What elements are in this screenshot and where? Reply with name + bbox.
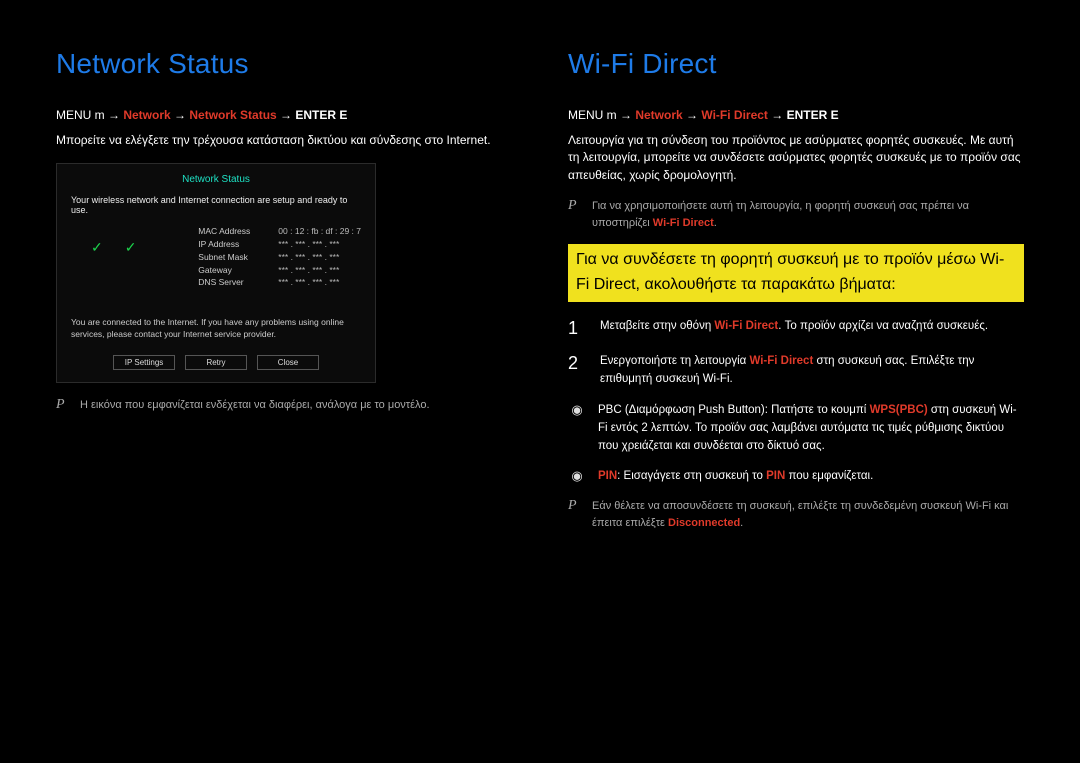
text-part: : Εισαγάγετε στη συσκευή το [617, 470, 766, 482]
path-sep: → [683, 108, 702, 122]
bullet-pin: ◉ PIN: Εισαγάγετε στη συσκευή το PIN που… [568, 468, 1024, 486]
text-highlight: Wi-Fi Direct [714, 320, 778, 332]
right-description: Λειτουργία για τη σύνδεση του προϊόντος … [568, 132, 1024, 184]
box-msg2: You are connected to the Internet. If yo… [71, 317, 361, 341]
menu-path-right: MENU m → Network → Wi-Fi Direct → ENTER … [568, 108, 1024, 122]
menu-path-left: MENU m → Network → Network Status → ENTE… [56, 108, 512, 122]
text-part: Ενεργοποιήστε τη λειτουργία [600, 355, 749, 367]
step-1: 1 Μεταβείτε στην οθόνη Wi-Fi Direct. Το … [568, 318, 1024, 339]
note-text: Εάν θέλετε να αποσυνδέσετε τη συσκευή, ε… [592, 498, 1024, 532]
field-v: 00 : 12 : fb : df : 29 : 7 [278, 225, 361, 238]
bullet-text: PBC (Διαμόρφωση Push Button): Πατήστε το… [598, 402, 1024, 455]
box-buttons: IP Settings Retry Close [71, 355, 361, 370]
note-part: Εάν θέλετε να αποσυνδέσετε τη συσκευή, ε… [592, 500, 1008, 529]
check-icons: ✓ ✓ [71, 225, 142, 256]
path-enter: → ENTER E [768, 108, 839, 122]
note-icon: P [56, 397, 70, 414]
left-note: P Η εικόνα που εμφανίζεται ενδέχεται να … [56, 397, 512, 414]
field-k: Subnet Mask [198, 251, 268, 264]
box-msg: Your wireless network and Internet conne… [71, 195, 361, 215]
field-k: Gateway [198, 264, 268, 277]
subheading-highlight: Για να συνδέσετε τη φορητή συσκευή με το… [568, 244, 1024, 302]
section-title-wifi-direct: Wi-Fi Direct [568, 48, 1024, 80]
field-k: MAC Address [198, 225, 268, 238]
text-part: PBC (Διαμόρφωση Push Button): Πατήστε το… [598, 404, 870, 416]
bullet-icon: ◉ [568, 402, 586, 455]
retry-button[interactable]: Retry [185, 355, 247, 370]
field-k: IP Address [198, 238, 268, 251]
note-part: . [714, 217, 717, 229]
path-network: Network [635, 108, 682, 122]
left-column: Network Status MENU m → Network → Networ… [56, 48, 512, 723]
text-part: που εμφανίζεται. [785, 470, 873, 482]
net-fields: MAC Address 00 : 12 : fb : df : 29 : 7 IP… [198, 225, 361, 289]
bullet-icon: ◉ [568, 468, 586, 486]
note-part: Για να χρησιμοποιήσετε αυτή τη λειτουργί… [592, 200, 969, 229]
path-network: Network [123, 108, 170, 122]
bullet-text: PIN: Εισαγάγετε στη συσκευή το PIN που ε… [598, 468, 1024, 486]
path-item: Wi-Fi Direct [701, 108, 768, 122]
note-text: Η εικόνα που εμφανίζεται ενδέχεται να δι… [80, 397, 512, 414]
path-enter: → ENTER E [277, 108, 348, 122]
ip-settings-button[interactable]: IP Settings [113, 355, 175, 370]
path-prefix: MENU m → [568, 108, 635, 122]
note-icon: P [568, 498, 582, 532]
bullet-pbc: ◉ PBC (Διαμόρφωση Push Button): Πατήστε … [568, 402, 1024, 455]
text-highlight: Wi-Fi Direct [749, 355, 813, 367]
check-icon: ✓ [91, 239, 103, 256]
box-row: ✓ ✓ MAC Address 00 : 12 : fb : df : 29 : … [71, 225, 361, 289]
step-number: 1 [568, 318, 586, 339]
note-highlight: Wi-Fi Direct [653, 217, 714, 229]
step-2: 2 Ενεργοποιήστε τη λειτουργία Wi-Fi Dire… [568, 353, 1024, 389]
field-v: *** . *** . *** . *** [278, 264, 339, 277]
close-button[interactable]: Close [257, 355, 319, 370]
text-highlight: PIN [598, 470, 617, 482]
section-title-network-status: Network Status [56, 48, 512, 80]
path-item: Network Status [189, 108, 276, 122]
field-v: *** . *** . *** . *** [278, 251, 339, 264]
path-prefix: MENU m → [56, 108, 123, 122]
right-note-2: P Εάν θέλετε να αποσυνδέσετε τη συσκευή,… [568, 498, 1024, 532]
note-text: Για να χρησιμοποιήσετε αυτή τη λειτουργί… [592, 198, 1024, 232]
text-highlight: PIN [766, 470, 785, 482]
field-v: *** . *** . *** . *** [278, 276, 339, 289]
text-part: Μεταβείτε στην οθόνη [600, 320, 714, 332]
field-v: *** . *** . *** . *** [278, 238, 339, 251]
note-icon: P [568, 198, 582, 232]
right-column: Wi-Fi Direct MENU m → Network → Wi-Fi Di… [568, 48, 1024, 723]
left-description: Μπορείτε να ελέγξετε την τρέχουσα κατάστ… [56, 132, 512, 149]
field-k: DNS Server [198, 276, 268, 289]
path-sep: → [171, 108, 190, 122]
note-highlight: Disconnected [668, 517, 740, 529]
note-part: . [740, 517, 743, 529]
text-highlight: WPS(PBC) [870, 404, 928, 416]
box-title: Network Status [71, 174, 361, 185]
step-text: Ενεργοποιήστε τη λειτουργία Wi-Fi Direct… [600, 353, 1024, 389]
network-status-screenshot: Network Status Your wireless network and… [56, 163, 376, 383]
right-note-1: P Για να χρησιμοποιήσετε αυτή τη λειτουρ… [568, 198, 1024, 232]
check-icon: ✓ [125, 239, 137, 256]
text-part: . Το προϊόν αρχίζει να αναζητά συσκευές. [778, 320, 988, 332]
step-text: Μεταβείτε στην οθόνη Wi-Fi Direct. Το πρ… [600, 318, 1024, 339]
step-number: 2 [568, 353, 586, 389]
